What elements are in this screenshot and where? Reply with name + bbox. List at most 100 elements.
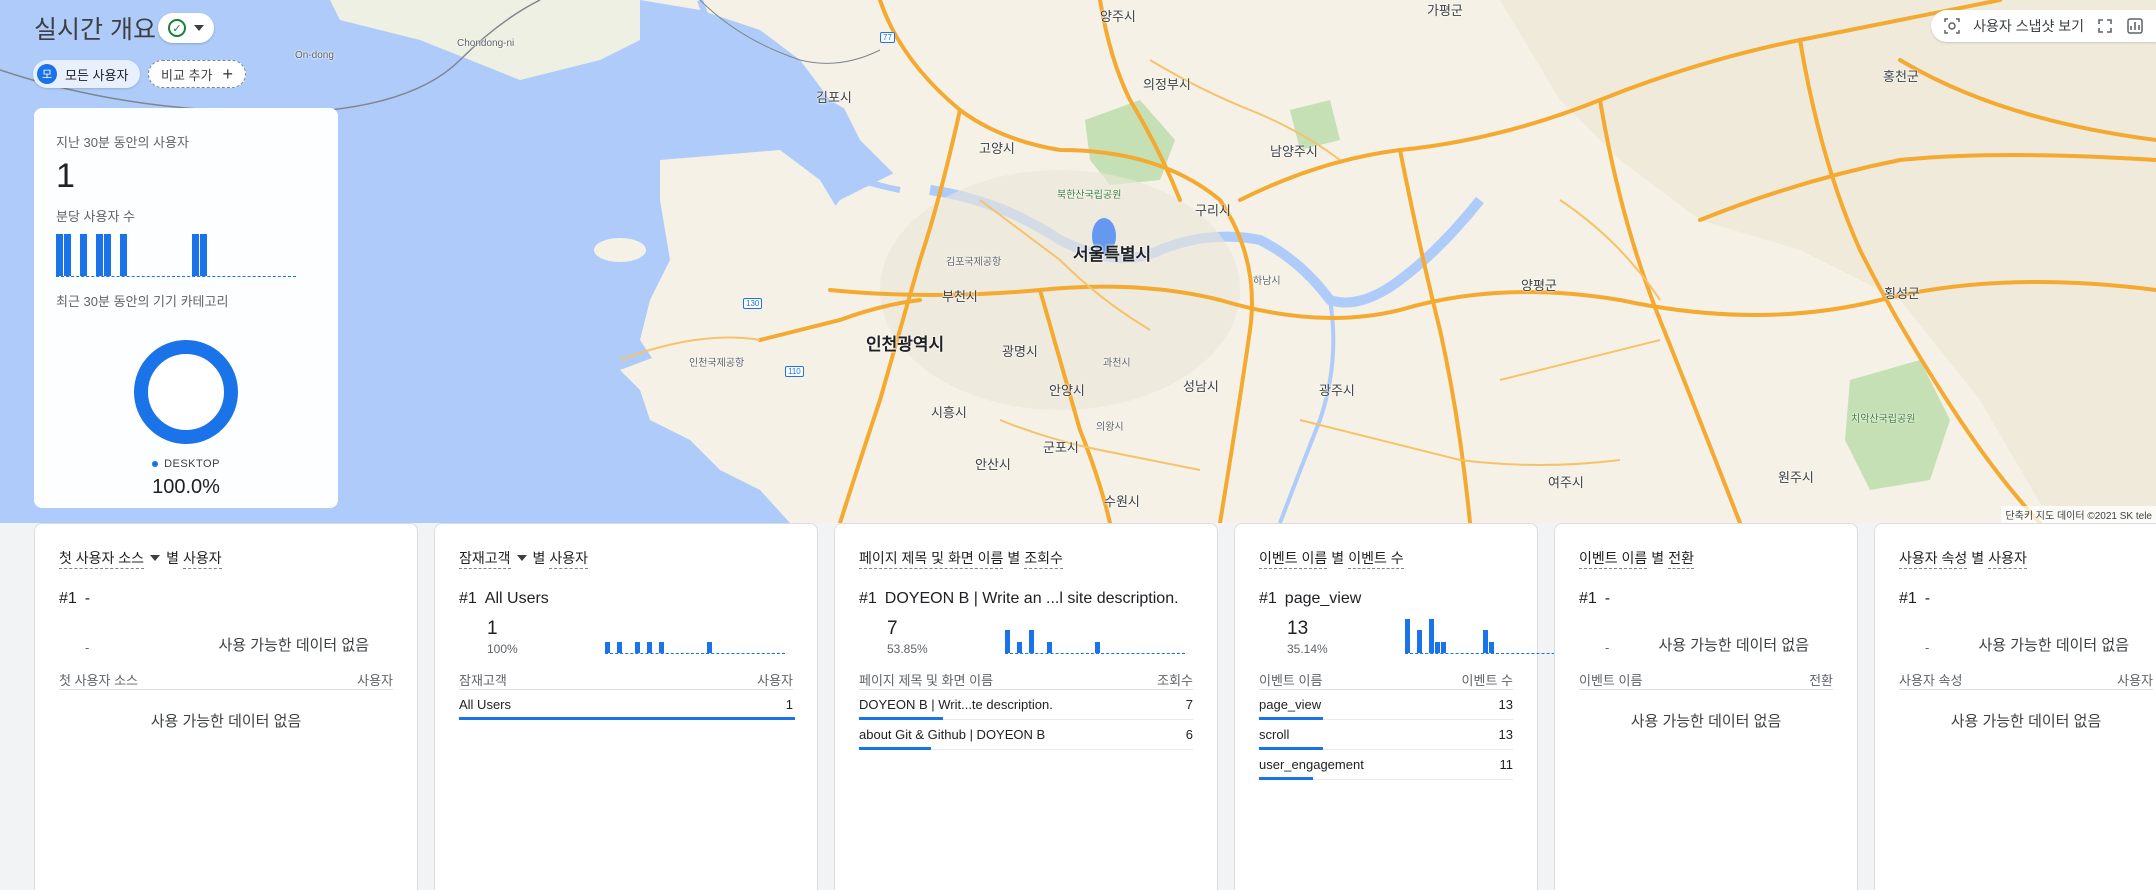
card-title-joiner: 별 [1651, 550, 1665, 566]
map-label-chiaksan: 치악산국립공원 [1851, 414, 1916, 425]
sparkline-bar [1095, 641, 1100, 653]
card-metric-label[interactable]: 사용자 [182, 548, 222, 569]
device-category-label: 최근 30분 동안의 기기 카테고리 [56, 294, 229, 309]
card-col-dimension: 첫 사용자 소스 [59, 673, 138, 688]
card-dimension-label[interactable]: 페이지 제목 및 화면 이름 [859, 548, 1004, 569]
chevron-down-icon[interactable] [150, 555, 161, 561]
sparkline-bar [1047, 641, 1052, 653]
card-metric: - 사용 가능한 데이터 없음 [59, 618, 393, 656]
add-comparison-button[interactable]: 비교 추가 + [148, 60, 246, 88]
map-label-uiwang: 의왕시 [1096, 422, 1124, 433]
realtime-card-4: 이벤트 이름 별 이벤트 수 #1 page_view 13 35.14% 이벤트 이름 이벤트… [1234, 523, 1585, 890]
route-110-marker: 110 [785, 366, 804, 377]
card-col-metric: 조회수 [1157, 673, 1193, 688]
realtime-card-5: 이벤트 이름 별 전환 #1- - 사용 가능한 데이터 없음 이벤트 이름 전환 사용 가능한… [1554, 523, 1858, 890]
card-title[interactable]: 사용자 속성 별 사용자 [1899, 548, 2153, 569]
card-row-value: 13 [1498, 727, 1513, 742]
segment-chip-all-users[interactable]: 모 모든 사용자 [33, 60, 141, 88]
map-label-guri: 구리시 [1195, 203, 1231, 218]
map-label-hongcheon: 홍천군 [1883, 69, 1919, 84]
chevron-down-icon[interactable] [516, 555, 527, 561]
status-dropdown[interactable]: ✓ [158, 13, 214, 43]
card-metric-percent: 53.85% [887, 642, 928, 656]
route-77-marker: 77 [880, 32, 895, 43]
card-col-dimension: 이벤트 이름 [1579, 673, 1643, 688]
card-metric-label[interactable]: 전환 [1668, 548, 1694, 569]
card-metric: 7 53.85% [859, 618, 1193, 656]
card-dimension-label[interactable]: 이벤트 이름 [1259, 548, 1328, 569]
card-col-metric: 이벤트 수 [1461, 673, 1513, 688]
card-metric: 1 100% [459, 618, 793, 656]
per-minute-bar [96, 234, 103, 276]
map-label-gwangmyeong: 광명시 [1002, 344, 1038, 359]
card-table-header: 잠재고객 사용자 [459, 670, 793, 690]
card-table-row[interactable]: about Git & Github | DOYEON B 6 [859, 720, 1193, 750]
card-dimension-label[interactable]: 이벤트 이름 [1579, 548, 1648, 569]
map-label-goyang: 고양시 [979, 141, 1015, 156]
card-row-name: about Git & Github | DOYEON B [859, 727, 1046, 742]
card-table-row[interactable]: scroll 13 [1259, 720, 1513, 750]
chevron-down-icon [194, 25, 204, 31]
card-dimension-label[interactable]: 첫 사용자 소스 [59, 548, 145, 569]
card-title-joiner: 별 [532, 550, 546, 566]
card-dimension-label[interactable]: 잠재고객 [459, 548, 511, 569]
card-row-value: 1 [785, 697, 793, 712]
map-label-gimpo-airport: 김포국제공항 [946, 257, 1002, 268]
card-top-item: #1- [1899, 590, 2153, 610]
card-metric-label[interactable]: 사용자 [549, 548, 589, 569]
sparkline-bar [1489, 641, 1494, 653]
map-label-incheon-airport: 인천국제공항 [689, 358, 745, 369]
sparkline-bar [617, 641, 622, 653]
sparkline-bar [1029, 630, 1034, 653]
card-top-rank: #1 [1899, 590, 1917, 607]
card-table-row[interactable]: page_view 13 [1259, 690, 1513, 720]
card-table-header: 이벤트 이름 전환 [1579, 670, 1833, 690]
card-table-row[interactable]: All Users 1 [459, 690, 795, 720]
segment-label: 모든 사용자 [65, 67, 129, 83]
card-metric: - 사용 가능한 데이터 없음 [1899, 618, 2153, 656]
map-label-seoul: 서울특별시 [1073, 245, 1152, 264]
card-title[interactable]: 이벤트 이름 별 전환 [1579, 548, 1833, 569]
snapshot-icon[interactable] [1943, 17, 1961, 35]
insights-icon[interactable] [2126, 17, 2144, 35]
card-title[interactable]: 이벤트 이름 별 이벤트 수 [1259, 548, 1513, 569]
card-no-data: 사용 가능한 데이터 없음 [1630, 713, 1782, 730]
card-metric-label[interactable]: 조회수 [1024, 548, 1063, 569]
card-metric-label[interactable]: 이벤트 수 [1348, 548, 1404, 569]
card-table-row[interactable]: user_engagement 11 [1259, 750, 1513, 780]
device-donut-chart[interactable] [134, 340, 238, 444]
card-top-item: #1 All Users [459, 590, 793, 610]
card-title[interactable]: 페이지 제목 및 화면 이름 별 조회수 [859, 548, 1193, 569]
map-label-gwangju: 광주시 [1319, 383, 1355, 398]
card-metric-dash: - [1925, 640, 1930, 655]
card-title[interactable]: 첫 사용자 소스 별 사용자 [59, 548, 393, 569]
card-metric-label[interactable]: 사용자 [1988, 548, 2027, 569]
card-sparkline[interactable] [1005, 618, 1185, 654]
map-label-hanam: 하남시 [1253, 276, 1281, 287]
add-comparison-label: 비교 추가 [161, 67, 213, 83]
legend-dot [152, 461, 159, 468]
card-top-rank: #1 [1579, 590, 1597, 607]
user-snapshot-button[interactable]: 사용자 스냅샷 보기 [1973, 16, 2084, 36]
card-title[interactable]: 잠재고객 별 사용자 [459, 548, 793, 569]
map-label-gwacheon: 과천시 [1103, 358, 1131, 369]
card-table-row[interactable]: DOYEON B | Writ...te description. 7 [859, 690, 1193, 720]
card-dimension-label[interactable]: 사용자 속성 [1899, 548, 1968, 569]
card-table-header: 첫 사용자 소스 사용자 [59, 670, 393, 690]
per-minute-bar [200, 234, 207, 276]
card-top-name: - [84, 590, 91, 607]
sparkline-bar [707, 641, 712, 653]
map-label-hoengseong: 횡성군 [1884, 286, 1920, 301]
card-sparkline[interactable] [605, 618, 785, 654]
card-top-rank: #1 [459, 590, 477, 607]
map-label-yangpyeong: 양평군 [1521, 278, 1557, 293]
users-per-minute-chart[interactable] [56, 233, 296, 277]
map-attribution[interactable]: 단축키 지도 데이터 ©2021 SK tele [2001, 506, 2156, 523]
map-label-incheon: 인천광역시 [866, 335, 945, 354]
card-title-joiner: 별 [166, 550, 179, 566]
map-label-seongnam: 성남시 [1183, 379, 1219, 394]
card-col-metric: 사용자 [757, 673, 793, 688]
card-top-name: DOYEON B | Write an ...l site descriptio… [884, 590, 1179, 607]
sparkline-bar [1429, 619, 1434, 653]
fullscreen-icon[interactable] [2096, 17, 2114, 35]
